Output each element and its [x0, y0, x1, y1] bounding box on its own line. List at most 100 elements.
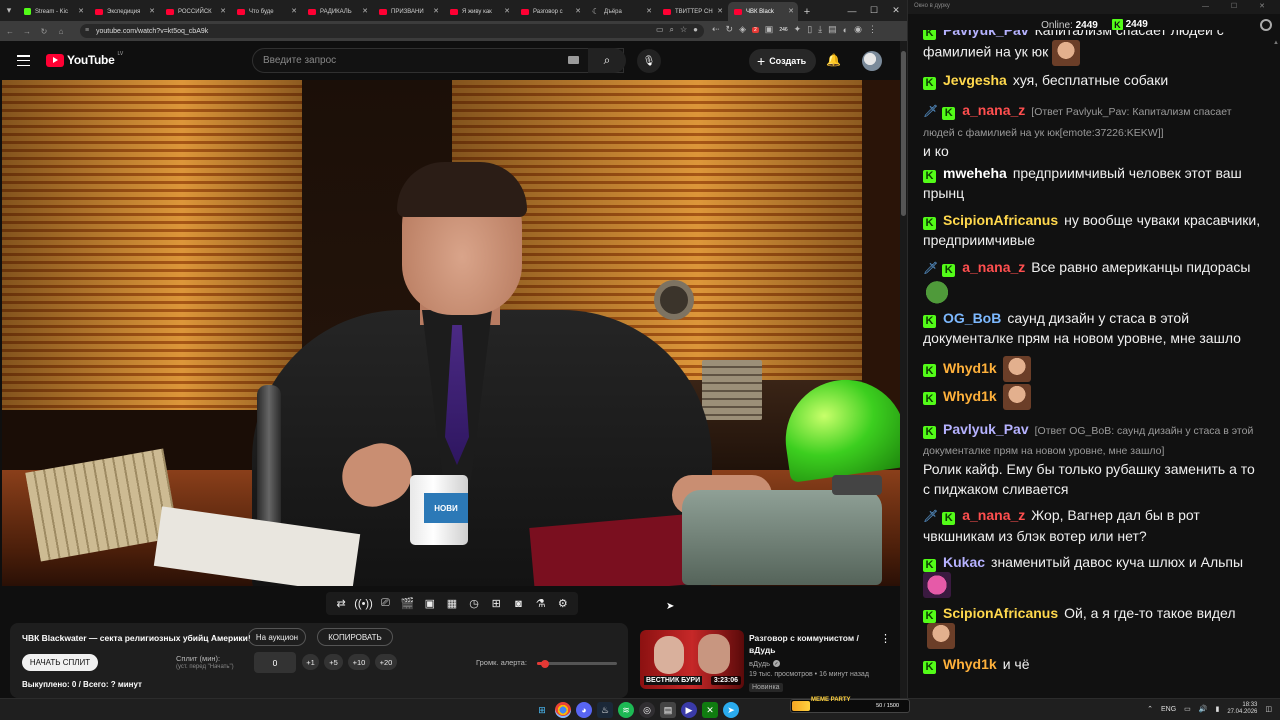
new-tab-button[interactable]: +: [799, 2, 815, 21]
minimize-icon[interactable]: —: [841, 0, 863, 21]
browser-tab[interactable]: РОССИЙСК ✕: [160, 2, 230, 21]
chat-username[interactable]: Pavlyuk_Pav: [943, 30, 1029, 38]
add-image-icon[interactable]: ⊞: [487, 597, 505, 610]
copilot-icon[interactable]: ◐: [843, 25, 848, 35]
step-plus-10-button[interactable]: +10: [348, 654, 370, 670]
search-input[interactable]: [263, 55, 553, 66]
zoom-icon[interactable]: ⌕: [670, 25, 674, 35]
cast-icon[interactable]: ⎚: [376, 597, 394, 610]
film-strip-icon[interactable]: ▦: [443, 597, 461, 610]
more-options-icon[interactable]: ⋮: [880, 632, 891, 645]
step-plus-20-button[interactable]: +20: [375, 654, 397, 670]
reading-list-icon[interactable]: ▤: [828, 24, 837, 35]
network-icon[interactable]: ▭: [1184, 705, 1191, 713]
spotify-icon[interactable]: ≋: [618, 702, 634, 718]
profile-avatar-icon[interactable]: ◉: [854, 24, 862, 35]
tab-close-icon[interactable]: ✕: [291, 7, 297, 15]
menu-hamburger-icon[interactable]: [17, 55, 30, 66]
chat-username[interactable]: a_nana_z: [962, 507, 1025, 523]
tab-search-icon[interactable]: ▾: [0, 0, 18, 21]
chat-username[interactable]: Whyd1k: [943, 360, 997, 376]
browser-tab[interactable]: ЧВК Black ✕: [728, 2, 798, 21]
create-button[interactable]: + Создать: [749, 49, 817, 73]
tab-close-icon[interactable]: ✕: [504, 7, 510, 15]
refresh-ext-icon[interactable]: ↻: [726, 24, 734, 35]
browser-tab[interactable]: ☾ Дъёра ✕: [586, 2, 656, 21]
download-icon[interactable]: ⤓: [818, 24, 822, 35]
keyboard-icon[interactable]: [568, 56, 579, 64]
tab-close-icon[interactable]: ✕: [575, 7, 581, 15]
chat-username[interactable]: mweheha: [943, 165, 1007, 181]
steam-icon[interactable]: ♨: [597, 702, 613, 718]
flask-icon[interactable]: ⚗: [532, 597, 550, 610]
chat-username[interactable]: ScipionAfricanus: [943, 212, 1058, 228]
obs-icon[interactable]: ◎: [639, 702, 655, 718]
close-icon[interactable]: ✕: [885, 0, 907, 21]
tab-close-icon[interactable]: ✕: [220, 7, 226, 15]
maximize-icon[interactable]: ☐: [863, 0, 885, 21]
chat-username[interactable]: Whyd1k: [943, 656, 997, 672]
reload-icon[interactable]: ↻: [37, 24, 51, 38]
bookmark-star-icon[interactable]: ☆: [680, 25, 687, 35]
tab-close-icon[interactable]: ✕: [788, 7, 794, 15]
extension-icon[interactable]: ◈: [739, 24, 746, 35]
screenshot-icon[interactable]: ▣: [421, 597, 439, 610]
browser-tab[interactable]: Stream - Kic ✕: [18, 2, 88, 21]
browser-tab[interactable]: Что буде ✕: [231, 2, 301, 21]
extension-2-icon[interactable]: ▣: [765, 24, 774, 35]
auction-button[interactable]: На аукцион: [248, 628, 306, 646]
battery-icon[interactable]: ▮: [1215, 705, 1219, 713]
puzzle-icon[interactable]: ✦: [794, 24, 802, 35]
channel-label[interactable]: вДудь: [749, 659, 770, 668]
step-plus-1-button[interactable]: +1: [302, 654, 319, 670]
split-minutes-input[interactable]: 0: [254, 652, 296, 673]
browser-tab[interactable]: Разговор с ✕: [515, 2, 585, 21]
arrow-icon[interactable]: ⇠: [712, 24, 720, 35]
back-icon[interactable]: ←: [3, 24, 17, 38]
chrome-icon[interactable]: [555, 702, 571, 718]
chat-username[interactable]: a_nana_z: [962, 259, 1025, 275]
repeat-icon[interactable]: ⇄: [332, 597, 350, 610]
notes-icon[interactable]: ▤: [660, 702, 676, 718]
cast-icon[interactable]: ▭: [656, 25, 664, 35]
chat-scrollbar[interactable]: ▲: [1273, 40, 1279, 690]
windows-start-icon[interactable]: ⊞: [534, 702, 550, 718]
search-button[interactable]: ⌕: [588, 48, 626, 73]
chat-window-controls[interactable]: — ☐ ✕: [1202, 2, 1275, 10]
url-text[interactable]: youtube.com/watch?v=kt5oq_cbA9k: [96, 28, 208, 35]
recommended-video[interactable]: ВЕСТНИК БУРИ 3:23:06 Разговор с коммунис…: [638, 630, 896, 696]
volume-icon[interactable]: 🔊: [1199, 705, 1208, 713]
tab-close-icon[interactable]: ✕: [717, 7, 723, 15]
account-avatar[interactable]: [862, 51, 882, 71]
tab-close-icon[interactable]: ✕: [149, 7, 155, 15]
recommended-title[interactable]: Разговор с коммунистом / вДудь: [749, 632, 877, 656]
chat-username[interactable]: Pavlyuk_Pav: [943, 421, 1029, 437]
alert-volume-knob[interactable]: [541, 659, 549, 668]
extension-badge-2[interactable]: 246: [779, 27, 787, 33]
start-split-button[interactable]: НАЧАТЬ СПЛИТ: [22, 654, 98, 671]
address-bar[interactable]: ≡ youtube.com/watch?v=kt5oq_cbA9k ▭ ⌕ ☆ …: [80, 24, 704, 38]
tab-close-icon[interactable]: ✕: [78, 7, 84, 15]
step-plus-5-button[interactable]: +5: [324, 654, 343, 670]
gear-icon[interactable]: ⚙: [554, 597, 572, 610]
telegram-icon[interactable]: ➤: [723, 702, 739, 718]
tray-overflow-icon[interactable]: ⌃: [1147, 705, 1153, 713]
camera-icon[interactable]: ◙: [509, 598, 527, 610]
page-scrollbar[interactable]: [900, 41, 907, 698]
speed-icon[interactable]: ◷: [465, 597, 483, 610]
tab-close-icon[interactable]: ✕: [646, 7, 652, 15]
chat-username[interactable]: a_nana_z: [962, 102, 1025, 118]
site-info-icon[interactable]: ≡: [85, 27, 89, 34]
browser-tab[interactable]: ТВИТТЕР СН ✕: [657, 2, 727, 21]
xbox-icon[interactable]: ✕: [702, 702, 718, 718]
media-player-icon[interactable]: ▶: [681, 702, 697, 718]
notifications-icon[interactable]: ◫: [1265, 705, 1272, 713]
home-icon[interactable]: ⌂: [54, 24, 68, 38]
youtube-logo[interactable]: YouTube LV: [46, 51, 123, 67]
copy-button[interactable]: КОПИРОВАТЬ: [317, 628, 393, 646]
tab-close-icon[interactable]: ✕: [433, 7, 439, 15]
tab-close-icon[interactable]: ✕: [362, 7, 368, 15]
voice-search-icon[interactable]: 🎙: [637, 49, 661, 73]
clock[interactable]: 18:33 27.04.2026: [1227, 702, 1257, 716]
video-thumbnail[interactable]: ВЕСТНИК БУРИ 3:23:06: [640, 630, 744, 689]
